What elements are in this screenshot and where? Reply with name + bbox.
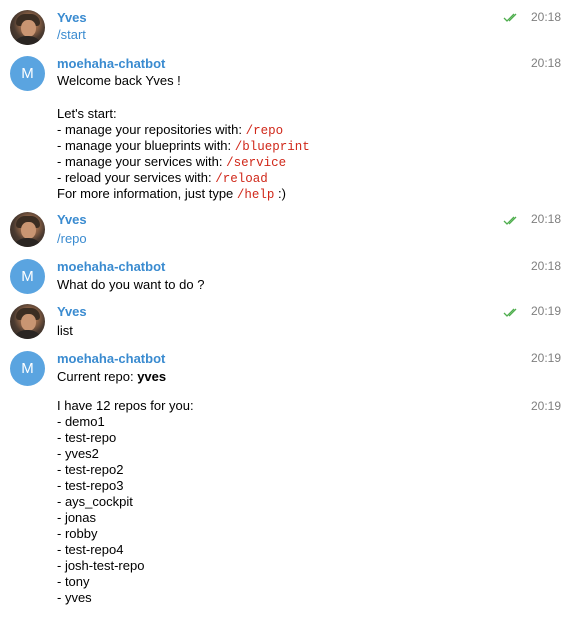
timestamp: 20:18 [530,212,561,226]
avatar-bot[interactable]: M [10,56,45,91]
message-line: - manage your blueprints with: /blueprin… [57,138,310,154]
message-line: - manage your services with: /service [57,154,287,170]
repo-list-intro: I have 12 repos for you: [57,398,194,413]
timestamp: 20:18 [530,56,561,70]
sender-name[interactable]: moehaha-chatbot [57,259,165,274]
avatar-yves[interactable] [10,212,45,247]
repo-list-item: - yves [57,590,92,605]
sender-name[interactable]: Yves [57,212,87,227]
timestamp: 20:19 [530,351,561,365]
timestamp: 20:18 [530,10,561,24]
repo-list-item: - test-repo [57,430,117,445]
command-service: /service [226,156,287,170]
command-reload: /reload [215,172,268,186]
repo-list-item: - test-repo2 [57,462,124,477]
timestamp: 20:19 [530,399,561,413]
avatar-yves[interactable] [10,10,45,45]
message-line: - reload your services with: /reload [57,170,268,186]
message-text: Current repo: yves [57,369,167,384]
double-check-icon [503,13,517,22]
message-line: For more information, just type /help :) [57,186,286,202]
message-line: - manage your repositories with: /repo [57,122,284,138]
command-help: /help [236,188,275,202]
repo-list-item: - yves2 [57,446,99,461]
command-blueprint: /blueprint [234,140,310,154]
avatar-bot[interactable]: M [10,259,45,294]
double-check-icon [503,216,517,225]
repo-list-item: - tony [57,574,90,589]
repo-list-item: - robby [57,526,98,541]
sender-name[interactable]: Yves [57,304,87,319]
message-text: list [57,323,73,338]
avatar-yves[interactable] [10,304,45,339]
command-link[interactable]: /repo [57,231,87,246]
repo-list-item: - josh-test-repo [57,558,145,573]
timestamp: 20:18 [530,259,561,273]
message-text: What do you want to do ? [57,277,205,292]
repo-list-item: - test-repo4 [57,542,124,557]
message-text: /repo [57,231,87,247]
avatar-bot[interactable]: M [10,351,45,386]
message-line: Let's start: [57,106,117,121]
current-repo-value: yves [137,369,167,384]
timestamp: 20:19 [530,304,561,318]
repo-list-item: - test-repo3 [57,478,124,493]
repo-list-item: - jonas [57,510,97,525]
message-text: /start [57,27,86,43]
sender-name[interactable]: Yves [57,10,87,25]
repo-list-item: - demo1 [57,414,105,429]
double-check-icon [503,308,517,317]
sender-name[interactable]: moehaha-chatbot [57,351,165,366]
command-link[interactable]: /start [57,27,86,42]
command-repo: /repo [245,124,284,138]
message-line: Welcome back Yves ! [57,73,181,88]
sender-name[interactable]: moehaha-chatbot [57,56,165,71]
repo-list-item: - ays_cockpit [57,494,133,509]
